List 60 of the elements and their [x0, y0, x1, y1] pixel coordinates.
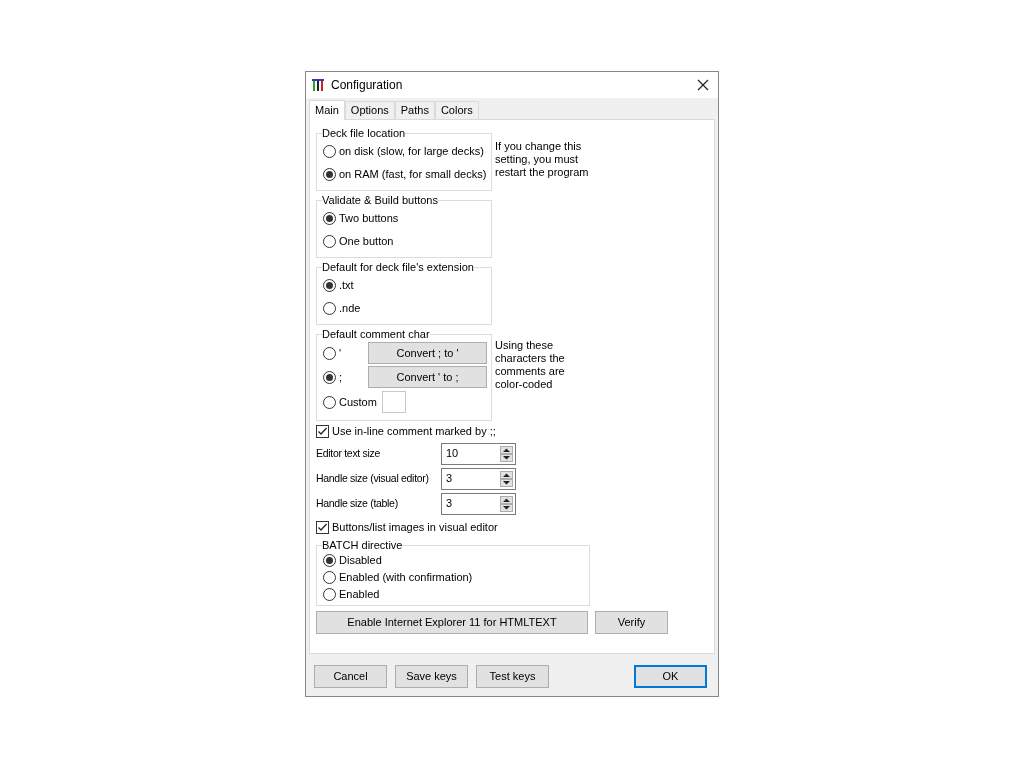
radio-button[interactable] [323, 279, 336, 292]
dialog-button[interactable]: Save keys [395, 665, 468, 688]
radio-label: ; [339, 369, 343, 385]
app-icon [312, 78, 325, 92]
radio-label: Disabled [339, 553, 382, 569]
radio-label: on disk (slow, for large decks) [339, 144, 484, 160]
window-title: Configuration [331, 77, 403, 94]
radio-button[interactable] [323, 212, 336, 225]
radio-label: Two buttons [339, 211, 399, 227]
checkbox-label: Use in-line comment marked by ;; [332, 423, 496, 439]
spinner-arrows-icon[interactable] [500, 495, 513, 512]
close-icon[interactable] [697, 79, 709, 91]
tab[interactable]: Main [309, 100, 345, 120]
radio-button[interactable] [323, 370, 336, 384]
radio-label: Enabled [339, 587, 380, 603]
note-text: Using these characters the comments are color-coded [495, 339, 566, 391]
spin-field[interactable]: 3 [441, 492, 516, 515]
radio-label: One button [339, 234, 394, 250]
field-label: Handle size (table) [316, 495, 399, 511]
spinner-arrows-icon[interactable] [500, 445, 513, 462]
group-legend: Default for deck file's extension [322, 261, 474, 274]
field-label: Editor text size [316, 445, 382, 461]
group-legend: Deck file location [322, 127, 406, 140]
custom-char-field[interactable] [381, 391, 406, 413]
radio-button[interactable] [323, 168, 336, 181]
tab[interactable]: Colors [434, 101, 479, 119]
group-legend: Validate & Build buttons [322, 194, 438, 207]
dialog-button[interactable]: Test keys [476, 665, 549, 688]
radio-label: Enabled (with confirmation) [339, 570, 473, 586]
radio-label: .txt [339, 278, 354, 294]
convert-button[interactable]: Convert ; to ' [368, 342, 487, 364]
convert-button[interactable]: Convert ' to ; [368, 366, 487, 388]
checkbox[interactable] [316, 520, 329, 534]
radio-button[interactable] [323, 346, 336, 360]
radio-button[interactable] [323, 302, 336, 315]
tab[interactable]: Options [344, 101, 395, 119]
radio-button[interactable] [323, 554, 336, 567]
radio-label: ' [339, 345, 342, 361]
dialog-button[interactable]: OK [634, 665, 707, 688]
tab[interactable]: Paths [394, 101, 435, 119]
radio-button[interactable] [323, 395, 336, 409]
radio-label: on RAM (fast, for small decks) [339, 167, 487, 183]
radio-button[interactable] [323, 145, 336, 158]
action-button[interactable]: Verify [595, 611, 668, 634]
spinner-arrows-icon[interactable] [500, 470, 513, 487]
radio-button[interactable] [323, 235, 336, 248]
group-legend: Default comment char [322, 328, 430, 341]
spin-field[interactable]: 10 [441, 442, 516, 465]
field-label: Handle size (visual editor) [316, 470, 430, 486]
note-text: If you change this setting, you must restart the program [495, 140, 590, 179]
radio-button[interactable] [323, 571, 336, 584]
radio-label: Custom [339, 394, 377, 410]
spin-field[interactable]: 3 [441, 467, 516, 490]
checkbox-label: Buttons/list images in visual editor [332, 519, 498, 535]
action-button[interactable]: Enable Internet Explorer 11 for HTMLTEXT [316, 611, 588, 634]
radio-label: .nde [339, 301, 361, 317]
dialog-button[interactable]: Cancel [314, 665, 387, 688]
group-legend: BATCH directive [322, 539, 403, 552]
checkbox[interactable] [316, 424, 329, 438]
radio-button[interactable] [323, 588, 336, 601]
